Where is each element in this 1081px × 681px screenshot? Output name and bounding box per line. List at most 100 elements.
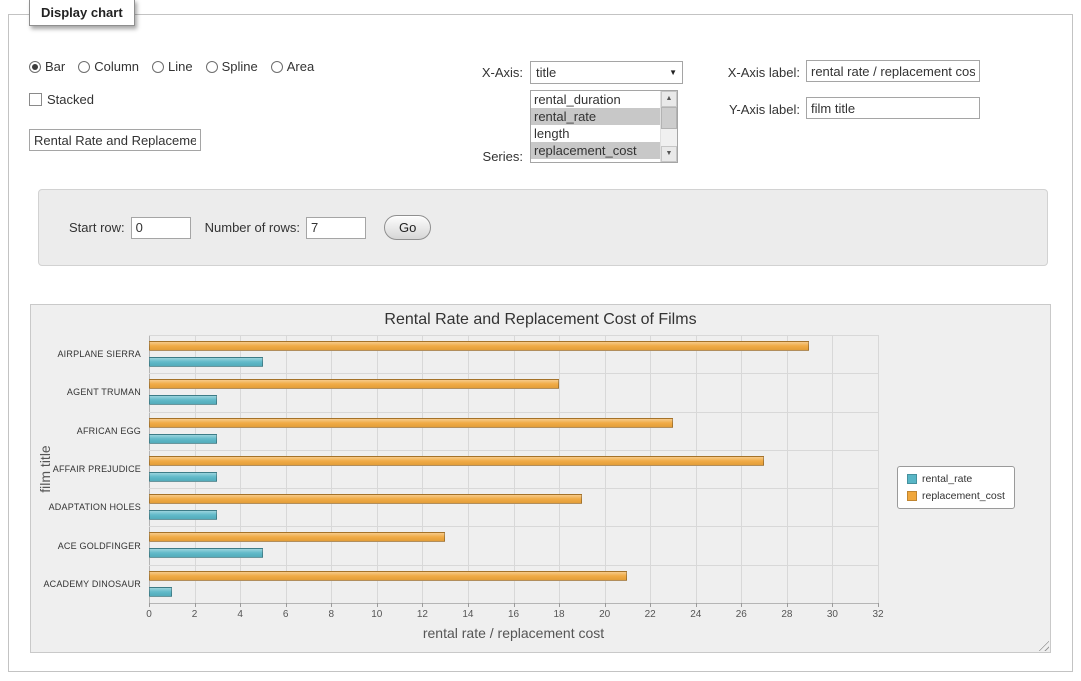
y-gridline — [149, 412, 878, 413]
legend-swatch — [907, 491, 917, 501]
series-option-rental_duration[interactable]: rental_duration — [531, 91, 660, 108]
x-gridline — [149, 335, 150, 603]
chart-type-radio-spline[interactable]: Spline — [206, 59, 258, 74]
y-gridline — [149, 565, 878, 566]
x-gridline — [741, 335, 742, 603]
legend-label: rental_rate — [922, 473, 972, 485]
bar-rental_rate — [149, 510, 217, 520]
x-tick-mark — [514, 603, 515, 607]
y-gridline — [149, 526, 878, 527]
series-option-replacement_cost[interactable]: replacement_cost — [531, 142, 660, 159]
x-axis-label-label: X-Axis label: — [664, 65, 800, 80]
x-axis-ticks: 02468101214161820222426283032 — [149, 603, 878, 625]
y-axis-label-input[interactable] — [806, 97, 980, 119]
checkbox-icon — [29, 93, 42, 106]
x-tick-mark — [149, 603, 150, 607]
category-label: ACE GOLDFINGER — [31, 540, 141, 552]
radio-icon — [29, 61, 41, 73]
x-tick-mark — [878, 603, 879, 607]
rows-panel: Start row: Number of rows: Go — [38, 189, 1048, 266]
x-tick-mark — [286, 603, 287, 607]
x-tick-label: 2 — [192, 609, 198, 620]
bar-rental_rate — [149, 357, 263, 367]
bar-rental_rate — [149, 472, 217, 482]
chart-type-radio-line[interactable]: Line — [152, 59, 193, 74]
category-label: AGENT TRUMAN — [31, 386, 141, 398]
y-axis-label-label: Y-Axis label: — [664, 102, 800, 117]
chart-type-radio-bar[interactable]: Bar — [29, 59, 65, 74]
x-axis-select-label: X-Axis: — [429, 65, 523, 80]
chart-legend: rental_rate replacement_cost — [897, 466, 1015, 509]
x-gridline — [832, 335, 833, 603]
page: Display chart Bar Column Line Spline Area St… — [0, 0, 1081, 681]
legend-item-replacement_cost[interactable]: replacement_cost — [907, 490, 1005, 502]
bar-replacement_cost — [149, 418, 673, 428]
category-label: AIRPLANE SIERRA — [31, 348, 141, 360]
number-of-rows-label: Number of rows: — [205, 220, 300, 235]
x-gridline — [240, 335, 241, 603]
category-label: ADAPTATION HOLES — [31, 501, 141, 513]
x-tick-label: 0 — [146, 609, 152, 620]
bar-rental_rate — [149, 548, 263, 558]
series-option-length[interactable]: length — [531, 125, 660, 142]
series-option-rental_rate[interactable]: rental_rate — [531, 108, 660, 125]
radio-icon — [152, 61, 164, 73]
radio-label: Bar — [45, 59, 65, 74]
x-axis-select[interactable]: title ▼ — [530, 61, 683, 84]
x-tick-label: 20 — [599, 609, 610, 620]
legend-swatch — [907, 474, 917, 484]
start-row-label: Start row: — [69, 220, 125, 235]
x-tick-label: 26 — [736, 609, 747, 620]
chart-type-radio-area[interactable]: Area — [271, 59, 314, 74]
x-tick-mark — [468, 603, 469, 607]
x-tick-mark — [696, 603, 697, 607]
x-tick-label: 28 — [781, 609, 792, 620]
bar-rental_rate — [149, 434, 217, 444]
x-gridline — [422, 335, 423, 603]
x-tick-mark — [559, 603, 560, 607]
go-button[interactable]: Go — [384, 215, 431, 240]
chart-title-input[interactable] — [29, 129, 201, 151]
radio-label: Column — [94, 59, 139, 74]
x-gridline — [559, 335, 560, 603]
legend-label: replacement_cost — [922, 490, 1005, 502]
x-gridline — [605, 335, 606, 603]
bar-rental_rate — [149, 587, 172, 597]
scroll-down-icon[interactable]: ▼ — [661, 146, 677, 162]
x-gridline — [514, 335, 515, 603]
x-gridline — [377, 335, 378, 603]
display-chart-legend: Display chart — [29, 0, 135, 26]
resize-handle-icon[interactable] — [1036, 638, 1049, 651]
x-tick-label: 4 — [237, 609, 243, 620]
series-listbox[interactable]: rental_durationrental_ratelengthreplacem… — [530, 90, 678, 163]
stacked-label: Stacked — [47, 92, 94, 107]
bar-replacement_cost — [149, 494, 582, 504]
x-axis-title: rental rate / replacement cost — [149, 625, 878, 641]
bar-replacement_cost — [149, 532, 445, 542]
chart-title: Rental Rate and Replacement Cost of Film… — [31, 311, 1050, 329]
radio-icon — [78, 61, 90, 73]
radio-label: Spline — [222, 59, 258, 74]
radio-icon — [206, 61, 218, 73]
x-axis-label-input[interactable] — [806, 60, 980, 82]
bar-rental_rate — [149, 395, 217, 405]
stacked-checkbox[interactable]: Stacked — [29, 92, 94, 107]
x-tick-mark — [331, 603, 332, 607]
bar-replacement_cost — [149, 571, 627, 581]
radio-label: Line — [168, 59, 193, 74]
number-of-rows-input[interactable] — [306, 217, 366, 239]
radio-label: Area — [287, 59, 314, 74]
chart-type-group: Bar Column Line Spline Area — [29, 59, 327, 76]
start-row-input[interactable] — [131, 217, 191, 239]
x-tick-label: 22 — [645, 609, 656, 620]
radio-icon — [271, 61, 283, 73]
x-gridline — [787, 335, 788, 603]
x-gridline — [195, 335, 196, 603]
bar-replacement_cost — [149, 456, 764, 466]
x-tick-label: 18 — [554, 609, 565, 620]
series-list-items: rental_durationrental_ratelengthreplacem… — [531, 91, 660, 162]
legend-item-rental_rate[interactable]: rental_rate — [907, 473, 1005, 485]
chart-type-radio-column[interactable]: Column — [78, 59, 139, 74]
x-tick-mark — [422, 603, 423, 607]
y-gridline — [149, 488, 878, 489]
